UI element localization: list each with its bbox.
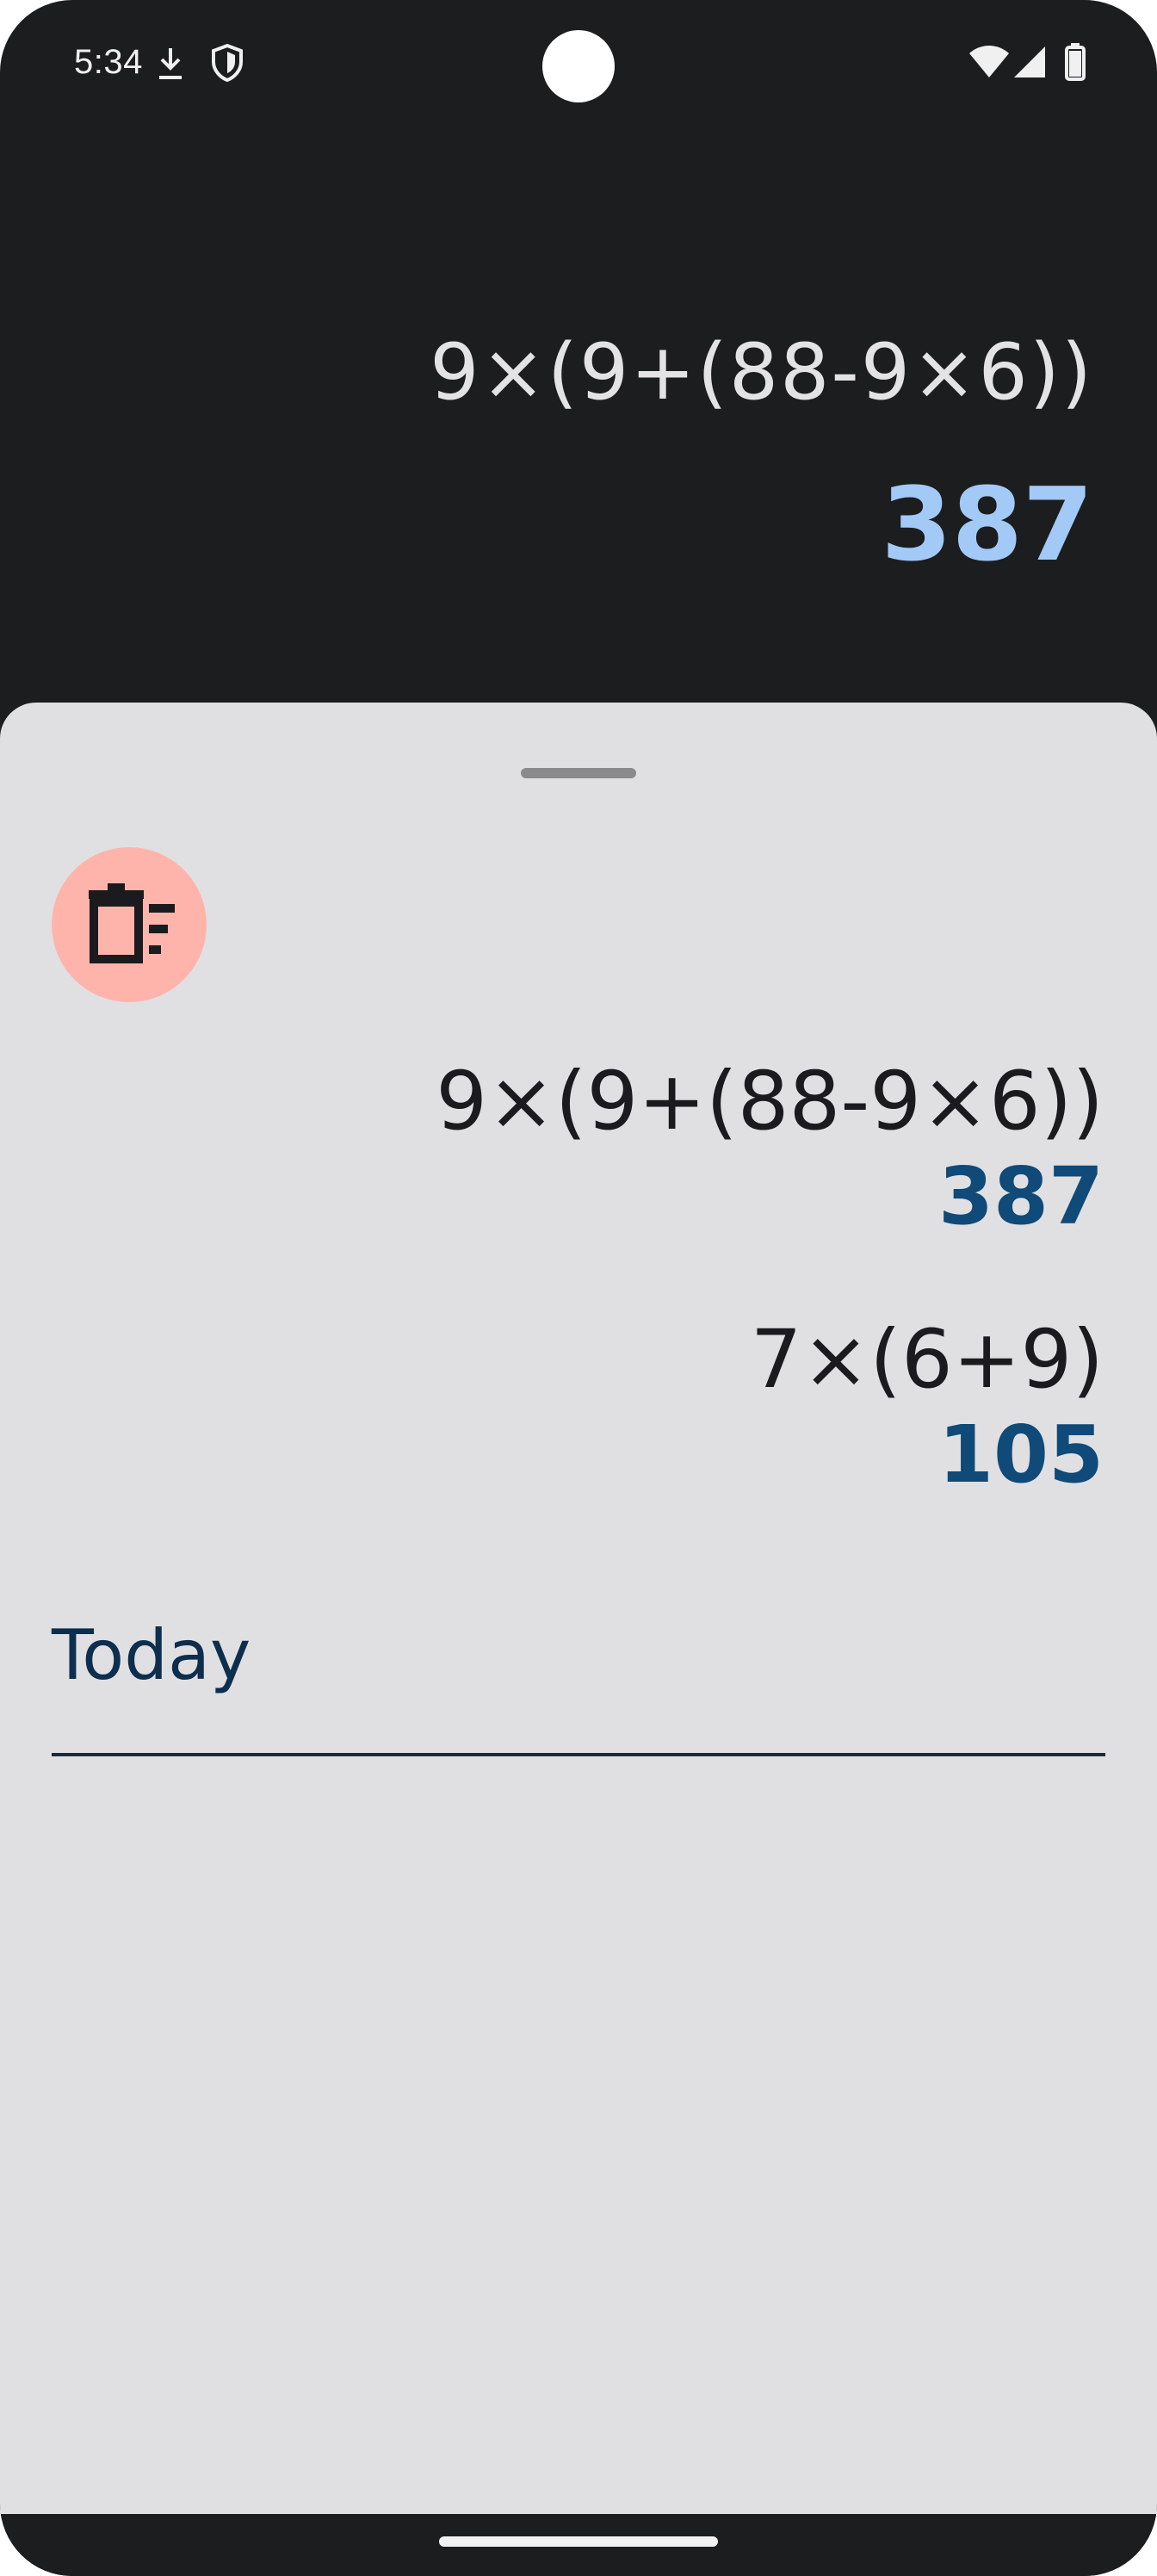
current-expression[interactable]: 9×(9+(88-9×6)): [430, 327, 1093, 418]
history-result[interactable]: 387: [436, 1153, 1104, 1240]
history-section-label: Today: [52, 1615, 251, 1695]
home-indicator[interactable]: [439, 2536, 718, 2547]
sheet-drag-handle[interactable]: [521, 768, 636, 778]
history-item[interactable]: 7×(6+9) 105: [751, 1316, 1104, 1499]
navigation-bar: [0, 2514, 1157, 2576]
history-result[interactable]: 105: [751, 1411, 1104, 1498]
status-bar: 5:34: [0, 0, 1157, 129]
camera-cutout: [542, 30, 615, 102]
history-sheet: 9×(9+(88-9×6)) 387 7×(6+9) 105 Today: [0, 703, 1157, 2514]
history-expression[interactable]: 7×(6+9): [751, 1316, 1104, 1405]
history-item[interactable]: 9×(9+(88-9×6)) 387: [436, 1057, 1104, 1241]
section-divider: [52, 1753, 1105, 1756]
history-expression[interactable]: 9×(9+(88-9×6)): [436, 1057, 1104, 1147]
delete-sweep-icon: [82, 880, 176, 970]
signal-icon: [1012, 45, 1047, 84]
battery-icon: [1064, 43, 1086, 85]
device-screen: 5:34 9×(9+(88-9×6)) 387 9×(9+(88-9×6)) 3…: [0, 0, 1157, 2576]
shield-icon: [210, 43, 244, 87]
status-time: 5:34: [74, 43, 143, 81]
current-result[interactable]: 387: [882, 465, 1093, 584]
download-icon: [155, 45, 186, 87]
clear-history-button[interactable]: [52, 847, 207, 1002]
wifi-icon: [968, 45, 1011, 84]
